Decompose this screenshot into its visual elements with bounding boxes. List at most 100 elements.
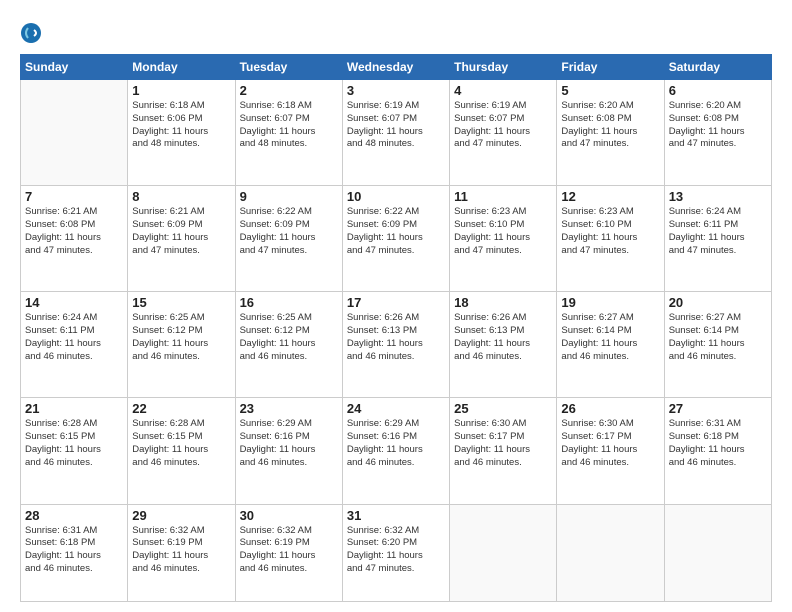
day-info: Sunrise: 6:20 AMSunset: 6:08 PMDaylight:… (669, 100, 767, 151)
calendar-cell: 9 Sunrise: 6:22 AMSunset: 6:09 PMDaylight… (235, 186, 342, 292)
day-number: 19 (561, 295, 659, 310)
weekday-header-row: SundayMondayTuesdayWednesdayThursdayFrid… (21, 55, 772, 80)
day-number: 8 (132, 189, 230, 204)
day-number: 5 (561, 83, 659, 98)
calendar-cell: 20 Sunrise: 6:27 AMSunset: 6:14 PMDayligh… (664, 292, 771, 398)
day-info: Sunrise: 6:21 AMSunset: 6:08 PMDaylight:… (25, 206, 123, 257)
calendar-cell: 4 Sunrise: 6:19 AMSunset: 6:07 PMDaylight… (450, 80, 557, 186)
calendar-cell: 3 Sunrise: 6:19 AMSunset: 6:07 PMDaylight… (342, 80, 449, 186)
day-number: 28 (25, 508, 123, 523)
day-number: 1 (132, 83, 230, 98)
day-number: 13 (669, 189, 767, 204)
day-number: 29 (132, 508, 230, 523)
day-number: 3 (347, 83, 445, 98)
week-row-3: 14Sunrise: 6:24 AMSunset: 6:11 PMDayligh… (21, 292, 772, 398)
logo (20, 22, 46, 44)
day-number: 6 (669, 83, 767, 98)
day-info: Sunrise: 6:22 AMSunset: 6:09 PMDaylight:… (347, 206, 445, 257)
calendar-cell: 21Sunrise: 6:28 AMSunset: 6:15 PMDayligh… (21, 398, 128, 504)
day-info: Sunrise: 6:19 AMSunset: 6:07 PMDaylight:… (347, 100, 445, 151)
day-number: 4 (454, 83, 552, 98)
weekday-header-friday: Friday (557, 55, 664, 80)
day-info: Sunrise: 6:28 AMSunset: 6:15 PMDaylight:… (132, 418, 230, 469)
calendar-cell: 11Sunrise: 6:23 AMSunset: 6:10 PMDayligh… (450, 186, 557, 292)
calendar-cell: 22 Sunrise: 6:28 AMSunset: 6:15 PMDayligh… (128, 398, 235, 504)
weekday-header-sunday: Sunday (21, 55, 128, 80)
week-row-2: 7 Sunrise: 6:21 AMSunset: 6:08 PMDaylight… (21, 186, 772, 292)
week-row-1: 1 Sunrise: 6:18 AMSunset: 6:06 PMDaylight… (21, 80, 772, 186)
calendar-cell (557, 504, 664, 601)
logo-icon (20, 22, 42, 44)
day-number: 7 (25, 189, 123, 204)
calendar-cell (21, 80, 128, 186)
calendar-cell: 26 Sunrise: 6:30 AMSunset: 6:17 PMDayligh… (557, 398, 664, 504)
day-info: Sunrise: 6:30 AMSunset: 6:17 PMDaylight:… (561, 418, 659, 469)
day-number: 15 (132, 295, 230, 310)
day-number: 24 (347, 401, 445, 416)
day-info: Sunrise: 6:30 AMSunset: 6:17 PMDaylight:… (454, 418, 552, 469)
day-info: Sunrise: 6:19 AMSunset: 6:07 PMDaylight:… (454, 100, 552, 151)
day-info: Sunrise: 6:32 AMSunset: 6:20 PMDaylight:… (347, 525, 445, 576)
day-number: 2 (240, 83, 338, 98)
day-info: Sunrise: 6:31 AMSunset: 6:18 PMDaylight:… (669, 418, 767, 469)
day-info: Sunrise: 6:21 AMSunset: 6:09 PMDaylight:… (132, 206, 230, 257)
day-number: 18 (454, 295, 552, 310)
day-info: Sunrise: 6:23 AMSunset: 6:10 PMDaylight:… (561, 206, 659, 257)
calendar-cell: 18 Sunrise: 6:26 AMSunset: 6:13 PMDayligh… (450, 292, 557, 398)
calendar-cell: 7 Sunrise: 6:21 AMSunset: 6:08 PMDaylight… (21, 186, 128, 292)
day-info: Sunrise: 6:29 AMSunset: 6:16 PMDaylight:… (347, 418, 445, 469)
day-number: 26 (561, 401, 659, 416)
calendar-cell: 8 Sunrise: 6:21 AMSunset: 6:09 PMDaylight… (128, 186, 235, 292)
calendar-cell: 15Sunrise: 6:25 AMSunset: 6:12 PMDayligh… (128, 292, 235, 398)
day-number: 23 (240, 401, 338, 416)
calendar-cell: 28 Sunrise: 6:31 AMSunset: 6:18 PMDayligh… (21, 504, 128, 601)
day-info: Sunrise: 6:31 AMSunset: 6:18 PMDaylight:… (25, 525, 123, 576)
weekday-header-tuesday: Tuesday (235, 55, 342, 80)
day-info: Sunrise: 6:25 AMSunset: 6:12 PMDaylight:… (240, 312, 338, 363)
day-info: Sunrise: 6:18 AMSunset: 6:07 PMDaylight:… (240, 100, 338, 151)
day-number: 27 (669, 401, 767, 416)
calendar-cell: 30 Sunrise: 6:32 AMSunset: 6:19 PMDayligh… (235, 504, 342, 601)
calendar-cell: 12 Sunrise: 6:23 AMSunset: 6:10 PMDayligh… (557, 186, 664, 292)
calendar-cell (664, 504, 771, 601)
day-number: 10 (347, 189, 445, 204)
day-info: Sunrise: 6:26 AMSunset: 6:13 PMDaylight:… (454, 312, 552, 363)
day-info: Sunrise: 6:32 AMSunset: 6:19 PMDaylight:… (132, 525, 230, 576)
calendar-cell: 31 Sunrise: 6:32 AMSunset: 6:20 PMDayligh… (342, 504, 449, 601)
day-info: Sunrise: 6:23 AMSunset: 6:10 PMDaylight:… (454, 206, 552, 257)
weekday-header-wednesday: Wednesday (342, 55, 449, 80)
day-number: 22 (132, 401, 230, 416)
day-info: Sunrise: 6:29 AMSunset: 6:16 PMDaylight:… (240, 418, 338, 469)
calendar-page: SundayMondayTuesdayWednesdayThursdayFrid… (0, 0, 792, 612)
calendar-cell: 14Sunrise: 6:24 AMSunset: 6:11 PMDayligh… (21, 292, 128, 398)
calendar-cell: 10 Sunrise: 6:22 AMSunset: 6:09 PMDayligh… (342, 186, 449, 292)
day-info: Sunrise: 6:32 AMSunset: 6:19 PMDaylight:… (240, 525, 338, 576)
calendar-cell: 24 Sunrise: 6:29 AMSunset: 6:16 PMDayligh… (342, 398, 449, 504)
day-number: 25 (454, 401, 552, 416)
day-number: 20 (669, 295, 767, 310)
day-info: Sunrise: 6:26 AMSunset: 6:13 PMDaylight:… (347, 312, 445, 363)
week-row-4: 21 Sunrise: 6:28 AMSunset: 6:15 PMDayligh… (21, 398, 772, 504)
day-number: 12 (561, 189, 659, 204)
calendar-cell: 13 Sunrise: 6:24 AMSunset: 6:11 PMDayligh… (664, 186, 771, 292)
calendar-cell: 27 Sunrise: 6:31 AMSunset: 6:18 PMDayligh… (664, 398, 771, 504)
day-number: 9 (240, 189, 338, 204)
weekday-header-monday: Monday (128, 55, 235, 80)
week-row-5: 28 Sunrise: 6:31 AMSunset: 6:18 PMDayligh… (21, 504, 772, 601)
day-info: Sunrise: 6:24 AMSunset: 6:11 PMDaylight:… (669, 206, 767, 257)
day-info: Sunrise: 6:20 AMSunset: 6:08 PMDaylight:… (561, 100, 659, 151)
calendar-cell: 25 Sunrise: 6:30 AMSunset: 6:17 PMDayligh… (450, 398, 557, 504)
day-info: Sunrise: 6:27 AMSunset: 6:14 PMDaylight:… (561, 312, 659, 363)
day-info: Sunrise: 6:27 AMSunset: 6:14 PMDaylight:… (669, 312, 767, 363)
calendar-cell: 2 Sunrise: 6:18 AMSunset: 6:07 PMDaylight… (235, 80, 342, 186)
header (20, 18, 772, 44)
calendar-cell: 17Sunrise: 6:26 AMSunset: 6:13 PMDayligh… (342, 292, 449, 398)
day-number: 30 (240, 508, 338, 523)
day-info: Sunrise: 6:18 AMSunset: 6:06 PMDaylight:… (132, 100, 230, 151)
calendar-cell: 16Sunrise: 6:25 AMSunset: 6:12 PMDayligh… (235, 292, 342, 398)
day-info: Sunrise: 6:22 AMSunset: 6:09 PMDaylight:… (240, 206, 338, 257)
day-number: 31 (347, 508, 445, 523)
day-number: 21 (25, 401, 123, 416)
day-info: Sunrise: 6:24 AMSunset: 6:11 PMDaylight:… (25, 312, 123, 363)
calendar-cell: 23 Sunrise: 6:29 AMSunset: 6:16 PMDayligh… (235, 398, 342, 504)
